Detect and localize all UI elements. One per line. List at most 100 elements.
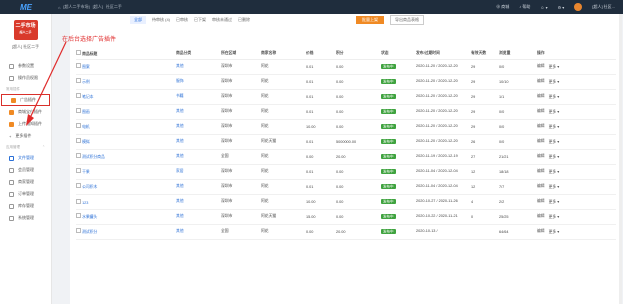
table-row[interactable]: 图案 其他 深圳市 阿花 0.01 0.00 发布中 2020-11-20 / 2020-12… bbox=[76, 59, 616, 75]
row-checkbox[interactable] bbox=[76, 63, 81, 68]
more-dropdown[interactable]: 更多 ▾ bbox=[549, 64, 560, 70]
row-checkbox[interactable] bbox=[76, 93, 81, 98]
sidebar-item-orders[interactable]: 订单管理 bbox=[0, 188, 51, 200]
more-dropdown[interactable]: 更多 ▾ bbox=[549, 154, 560, 160]
goods-title[interactable]: 示例 bbox=[82, 80, 90, 84]
sidebar-item-more-plugins[interactable]: + 更多插件 bbox=[0, 130, 51, 142]
sidebar-item-stock[interactable]: 库存管理 bbox=[0, 200, 51, 212]
edit-link[interactable]: 编辑 bbox=[537, 169, 545, 175]
settings-icon[interactable]: ⚙ ▾ bbox=[558, 5, 565, 10]
table-row[interactable]: 干果 家居 深圳市 阿花 0.01 0.00 发布中 2020-11-04 / 2020-12… bbox=[76, 164, 616, 180]
goods-category[interactable]: 家居 bbox=[176, 169, 184, 173]
table-row[interactable]: 模拟 其他 深圳市 阿花天猫 0.01 5000000.00 发布中 2020-11-20 /… bbox=[76, 134, 616, 150]
table-row[interactable]: 测试积分 其他 全国 阿花 0.00 20.00 发布中 2020-10-13 / 64/64… bbox=[76, 224, 616, 240]
more-dropdown[interactable]: 更多 ▾ bbox=[549, 199, 560, 205]
edit-link[interactable]: 编辑 bbox=[537, 79, 545, 85]
goods-title[interactable]: 模拟 bbox=[82, 140, 90, 144]
edit-link[interactable]: 编辑 bbox=[537, 214, 545, 220]
goods-category[interactable]: 其他 bbox=[176, 139, 184, 143]
table-row[interactable]: 电机 其他 深圳市 阿花 10.00 0.00 发布中 2020-11-20 / 2020-1… bbox=[76, 119, 616, 135]
goods-category[interactable]: 其他 bbox=[176, 229, 184, 233]
breadcrumb-item[interactable]: 社区二手 bbox=[106, 4, 122, 10]
edit-link[interactable]: 编辑 bbox=[537, 199, 545, 205]
table-row[interactable]: 笔记本 书籍 深圳市 阿花 0.01 0.00 发布中 2020-11-20 / 2020-1… bbox=[76, 89, 616, 105]
edit-link[interactable]: 编辑 bbox=[537, 109, 545, 115]
more-dropdown[interactable]: 更多 ▾ bbox=[549, 229, 560, 235]
goods-title[interactable]: 笔记本 bbox=[82, 95, 93, 99]
goods-category[interactable]: 其他 bbox=[176, 124, 184, 128]
user-menu-icon[interactable]: ☺ ▾ bbox=[540, 5, 547, 10]
help-link[interactable]: ♪ 帮助 bbox=[519, 4, 530, 10]
edit-link[interactable]: 编辑 bbox=[537, 139, 545, 145]
goods-category[interactable]: 服饰 bbox=[176, 79, 184, 83]
table-row[interactable]: 测试积分商品 其他 全国 阿花 0.00 20.00 发布中 2020-11-19 / 202… bbox=[76, 149, 616, 165]
breadcrumb-item[interactable]: [超人二手市场] bbox=[63, 4, 89, 10]
goods-category[interactable]: 书籍 bbox=[176, 94, 184, 98]
table-row[interactable]: 公司积木 其他 深圳市 阿花 0.01 0.00 发布中 2020-11-04 / 2020-… bbox=[76, 179, 616, 195]
tab-pending[interactable]: 待审核 (4) bbox=[152, 17, 170, 23]
goods-category[interactable]: 其他 bbox=[176, 154, 184, 158]
user-name[interactable]: [超人] 社区... bbox=[592, 4, 615, 10]
table-row[interactable]: 图画 其他 深圳市 阿花 0.01 0.00 发布中 2020-11-20 / 2020-12… bbox=[76, 104, 616, 120]
edit-link[interactable]: 编辑 bbox=[537, 124, 545, 130]
tab-offline[interactable]: 已下架 bbox=[194, 17, 206, 23]
goods-title[interactable]: 电机 bbox=[82, 125, 90, 129]
goods-category[interactable]: 其他 bbox=[176, 184, 184, 188]
scrollbar[interactable] bbox=[619, 14, 622, 304]
goods-title[interactable]: 水果罐头 bbox=[82, 215, 97, 219]
goods-title[interactable]: 干果 bbox=[82, 170, 90, 174]
row-checkbox[interactable] bbox=[76, 123, 81, 128]
shop-link[interactable]: ⊕ 商城 bbox=[496, 4, 509, 10]
more-dropdown[interactable]: 更多 ▾ bbox=[549, 109, 560, 115]
sidebar-item-system[interactable]: 系统管理 bbox=[0, 212, 51, 224]
row-checkbox[interactable] bbox=[76, 153, 81, 158]
more-dropdown[interactable]: 更多 ▾ bbox=[549, 79, 560, 85]
more-dropdown[interactable]: 更多 ▾ bbox=[549, 124, 560, 130]
goods-title[interactable]: 123 bbox=[82, 201, 88, 205]
table-row[interactable]: 示例 服饰 深圳市 阿花 0.01 0.00 发布中 2020-11-20 / 2020-12… bbox=[76, 74, 616, 90]
tab-approved[interactable]: 已审核 bbox=[176, 17, 188, 23]
table-row[interactable]: 123 其他 深圳市 阿花 10.00 0.00 发布中 2020-10-27 / 2020-… bbox=[76, 194, 616, 210]
table-row[interactable]: 水果罐头 其他 深圳市 阿花天猫 15.00 0.00 发布中 2020-10-22 / 20… bbox=[76, 209, 616, 225]
edit-link[interactable]: 编辑 bbox=[537, 154, 545, 160]
goods-title[interactable]: 图画 bbox=[82, 110, 90, 114]
row-checkbox[interactable] bbox=[76, 183, 81, 188]
batch-listing-button[interactable]: 批量上架 bbox=[356, 16, 384, 24]
sidebar-group-apps[interactable]: 应用管理 ⌃ bbox=[0, 142, 51, 152]
sidebar-item-members[interactable]: 会员管理 bbox=[0, 164, 51, 176]
breadcrumb-item[interactable]: [超人] bbox=[93, 4, 103, 10]
goods-category[interactable]: 其他 bbox=[176, 199, 184, 203]
export-button[interactable]: 导出商品表格 bbox=[390, 15, 424, 25]
goods-category[interactable]: 其他 bbox=[176, 64, 184, 68]
row-checkbox[interactable] bbox=[76, 138, 81, 143]
goods-title[interactable]: 图案 bbox=[82, 65, 90, 69]
goods-title[interactable]: 测试积分商品 bbox=[82, 155, 105, 159]
more-dropdown[interactable]: 更多 ▾ bbox=[549, 169, 560, 175]
sidebar-item-merchants[interactable]: 商家管理 bbox=[0, 176, 51, 188]
more-dropdown[interactable]: 更多 ▾ bbox=[549, 214, 560, 220]
edit-link[interactable]: 编辑 bbox=[537, 184, 545, 190]
goods-category[interactable]: 其他 bbox=[176, 214, 184, 218]
select-all-checkbox[interactable] bbox=[76, 49, 81, 55]
avatar[interactable] bbox=[574, 3, 583, 11]
row-checkbox[interactable] bbox=[76, 198, 81, 204]
more-dropdown[interactable]: 更多 ▾ bbox=[549, 94, 560, 100]
goods-title[interactable]: 公司积木 bbox=[82, 185, 97, 189]
row-checkbox[interactable] bbox=[76, 168, 81, 173]
goods-title[interactable]: 测试积分 bbox=[82, 230, 97, 234]
tab-all[interactable]: 全部 bbox=[130, 16, 146, 24]
goods-category[interactable]: 其他 bbox=[176, 109, 184, 113]
row-checkbox[interactable] bbox=[76, 228, 81, 233]
more-dropdown[interactable]: 更多 ▾ bbox=[549, 184, 560, 190]
sidebar-item-files[interactable]: 文件管理 bbox=[0, 152, 51, 164]
more-dropdown[interactable]: 更多 ▾ bbox=[549, 139, 560, 145]
row-checkbox[interactable] bbox=[76, 108, 81, 113]
tab-rejected[interactable]: 审核未通过 bbox=[212, 17, 232, 23]
home-icon[interactable]: ⌂ bbox=[58, 5, 60, 10]
row-checkbox[interactable] bbox=[76, 213, 81, 218]
edit-link[interactable]: 编辑 bbox=[537, 229, 545, 235]
tab-deleted[interactable]: 已删除 bbox=[238, 17, 250, 23]
row-checkbox[interactable] bbox=[76, 78, 81, 83]
edit-link[interactable]: 编辑 bbox=[537, 94, 545, 100]
app-logo[interactable]: ME bbox=[0, 3, 52, 12]
